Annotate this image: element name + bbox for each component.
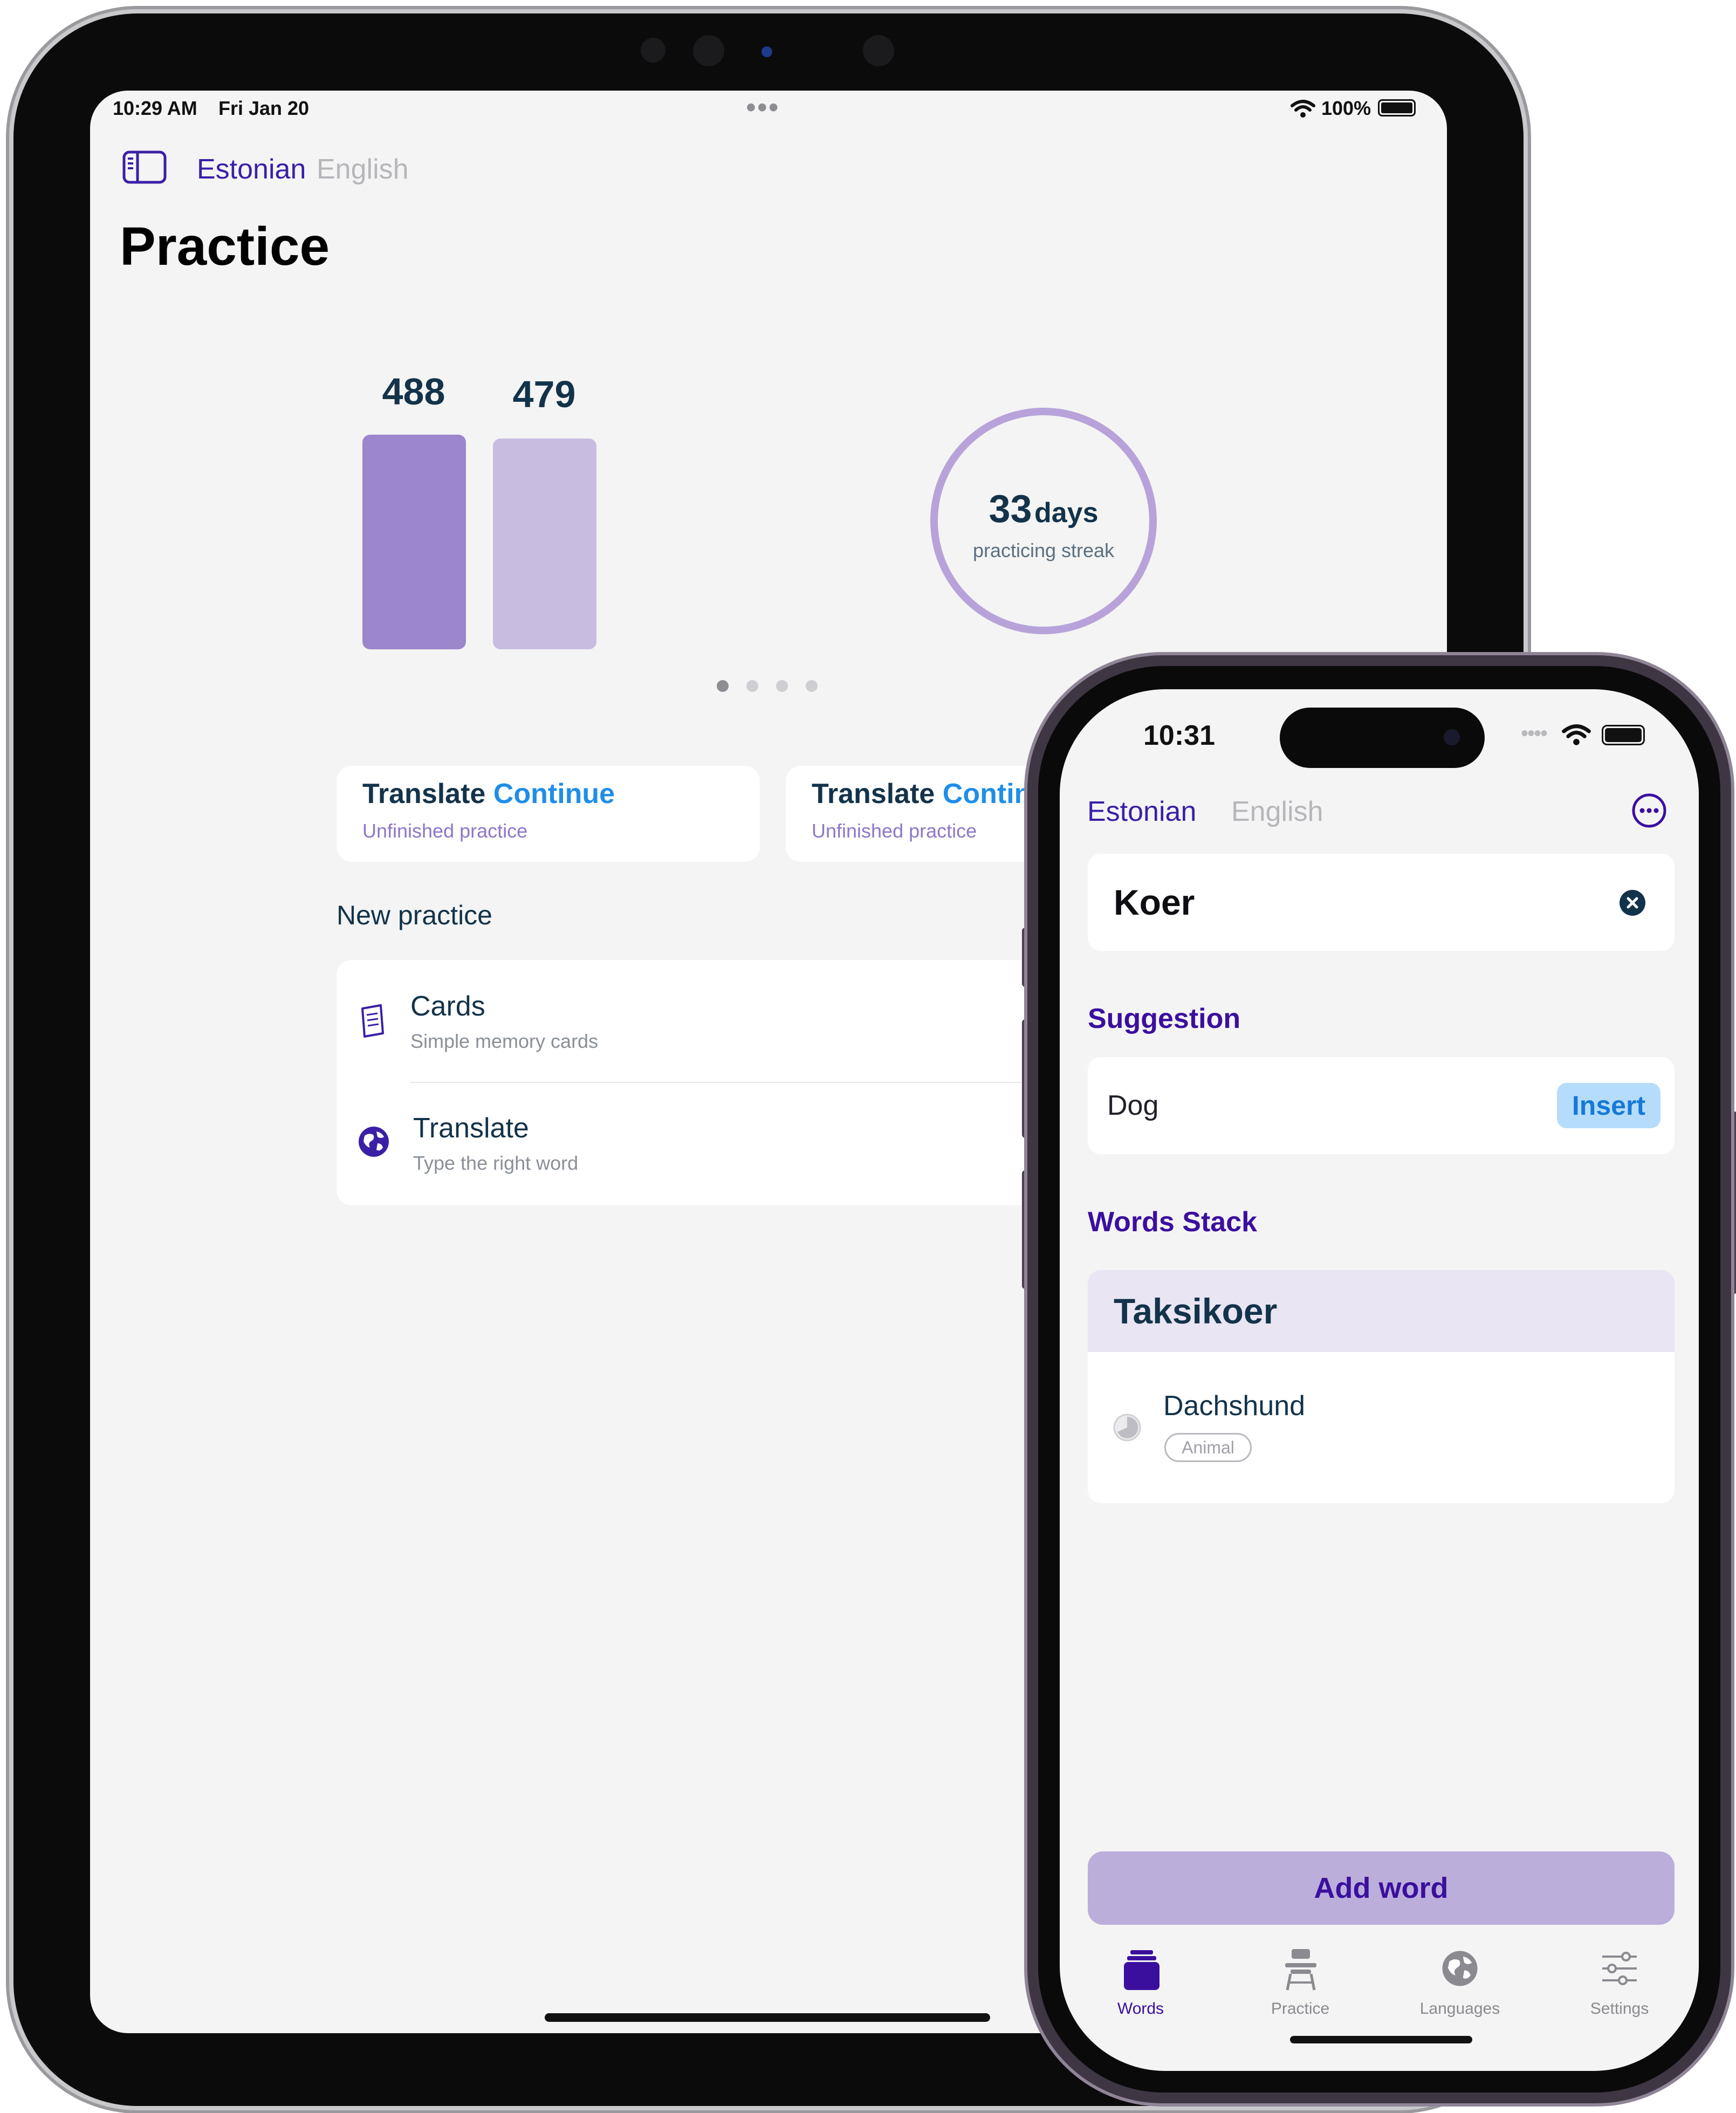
stat-bar-value-2: 479 <box>512 373 576 415</box>
tab-practice[interactable]: Practice <box>1246 1946 1354 2027</box>
iphone-screen: 10:31 •••• Estonian English Koer Suggest… <box>1060 689 1699 2071</box>
words-stack-card: Taksikoer Dachshund Animal <box>1088 1270 1675 1503</box>
page-dot-1[interactable] <box>717 680 729 692</box>
stack-word: Dachshund <box>1163 1390 1306 1422</box>
tab-label: Settings <box>1590 2000 1649 2018</box>
practice-item-subtitle: Type the right word <box>413 1152 579 1174</box>
stack-word-row[interactable]: Dachshund Animal <box>1088 1352 1675 1503</box>
word-input-value[interactable]: Koer <box>1114 882 1195 923</box>
stack-title: Taksikoer <box>1114 1291 1278 1331</box>
continue-link[interactable]: Contin <box>943 778 1032 809</box>
wifi-icon <box>1562 724 1591 745</box>
tab-label: Practice <box>1271 2000 1330 2018</box>
ipad-sensor-3 <box>863 35 894 66</box>
ipad-multitask-dots[interactable]: ••• <box>746 91 780 124</box>
page-dot-4[interactable] <box>806 680 818 692</box>
practice-item-title: Translate <box>413 1113 529 1144</box>
continue-link[interactable]: Continue <box>493 778 615 809</box>
tab-label: Words <box>1117 2000 1164 2018</box>
globe-icon <box>1442 1951 1478 1986</box>
new-practice-heading: New practice <box>337 900 492 930</box>
battery-icon <box>1378 99 1416 116</box>
practice-item-title: Cards <box>410 991 485 1022</box>
ipad-status-time: 10:29 AM <box>113 97 197 119</box>
word-input-field[interactable]: Koer <box>1088 854 1675 951</box>
tab-languages[interactable]: Languages <box>1406 1946 1514 2027</box>
iphone-home-indicator <box>1290 2036 1472 2043</box>
sliders-icon <box>1602 1952 1637 1985</box>
suggestion-value: Dog <box>1107 1090 1159 1121</box>
iphone-status-time: 10:31 <box>1143 720 1215 751</box>
wifi-icon <box>1291 100 1315 118</box>
continue-card-1[interactable]: Translate Continue Unfinished practice <box>337 766 760 862</box>
page-title: Practice <box>120 216 330 277</box>
language-tab-estonian[interactable]: Estonian <box>1087 795 1196 828</box>
tab-words[interactable]: Words <box>1087 1946 1195 2027</box>
card-icon <box>361 1004 384 1038</box>
sidebar-toggle-icon[interactable] <box>122 150 167 184</box>
page-dot-2[interactable] <box>746 680 758 692</box>
language-tab-english[interactable]: English <box>317 153 409 186</box>
streak-unit: days <box>1034 497 1099 529</box>
add-word-button[interactable]: Add word <box>1088 1851 1675 1925</box>
suggestion-card: Dog Insert <box>1088 1057 1675 1154</box>
globe-icon <box>359 1127 389 1157</box>
suggestion-heading: Suggestion <box>1088 1003 1241 1034</box>
word-tag: Animal <box>1164 1433 1252 1462</box>
streak-label: practicing streak <box>972 539 1115 561</box>
stat-bar-2 <box>493 438 596 649</box>
streak-value: 33 days <box>930 487 1157 531</box>
streak-number: 33 <box>989 488 1032 531</box>
continue-card-title: Translate Contin <box>812 778 1032 809</box>
iphone-front-camera <box>1444 729 1460 745</box>
stat-bar-1 <box>362 435 466 649</box>
stack-header: Taksikoer <box>1088 1270 1675 1352</box>
ipad-home-indicator <box>545 2013 990 2022</box>
ipad-sensor-1 <box>641 38 665 63</box>
stat-bar-value-1: 488 <box>382 371 445 413</box>
continue-card-subtitle: Unfinished practice <box>362 820 528 842</box>
tab-settings[interactable]: Settings <box>1566 1946 1673 2027</box>
insert-button[interactable]: Insert <box>1557 1083 1660 1128</box>
desk-icon <box>1285 1949 1316 1991</box>
page-dot-3[interactable] <box>776 680 788 692</box>
stack-icon <box>1124 1950 1159 1990</box>
ipad-battery-percent: 100% <box>1321 97 1371 119</box>
clear-icon[interactable] <box>1618 889 1646 917</box>
battery-icon <box>1602 725 1645 745</box>
ipad-status-date: Fri Jan 20 <box>218 97 310 119</box>
progress-pie-icon <box>1113 1414 1141 1442</box>
continue-card-subtitle: Unfinished practice <box>812 820 977 842</box>
continue-card-title: Translate Continue <box>362 778 615 809</box>
language-tab-english[interactable]: English <box>1231 795 1323 828</box>
more-options-icon[interactable] <box>1631 793 1667 828</box>
practice-item-subtitle: Simple memory cards <box>410 1030 599 1052</box>
ipad-sensor-2 <box>693 35 724 66</box>
language-tab-estonian[interactable]: Estonian <box>197 153 306 186</box>
words-stack-heading: Words Stack <box>1088 1206 1258 1238</box>
tab-label: Languages <box>1419 2000 1500 2018</box>
ipad-camera <box>761 46 772 57</box>
signal-dots-icon: •••• <box>1521 722 1548 745</box>
